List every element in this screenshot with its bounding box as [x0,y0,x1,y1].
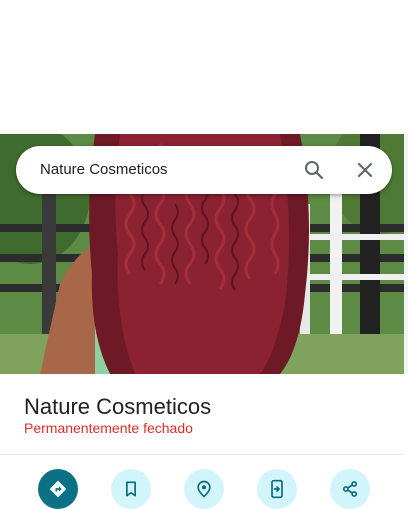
status-label: Permanentemente fechado [24,420,193,436]
share-icon [342,481,358,497]
top-blank-area [0,0,408,134]
place-title: Nature Cosmeticos [24,394,212,419]
search-icon[interactable] [302,158,326,182]
send-to-phone-icon [271,479,283,499]
photo-edge [404,134,408,374]
action-bar [0,455,404,509]
close-icon[interactable] [353,158,377,182]
search-input[interactable]: Nature Cosmeticos [40,161,168,178]
nearby-icon [197,480,211,498]
save-button[interactable] [111,469,151,509]
share-button[interactable] [330,469,370,509]
bookmark-icon [126,481,136,497]
place-info-panel: Nature Cosmeticos Permanentemente fechad… [0,374,404,454]
directions-icon [49,480,67,498]
send-to-phone-button[interactable] [257,469,297,509]
search-bar[interactable]: Nature Cosmeticos [16,146,392,194]
nearby-button[interactable] [184,469,224,509]
directions-button[interactable] [38,469,78,509]
